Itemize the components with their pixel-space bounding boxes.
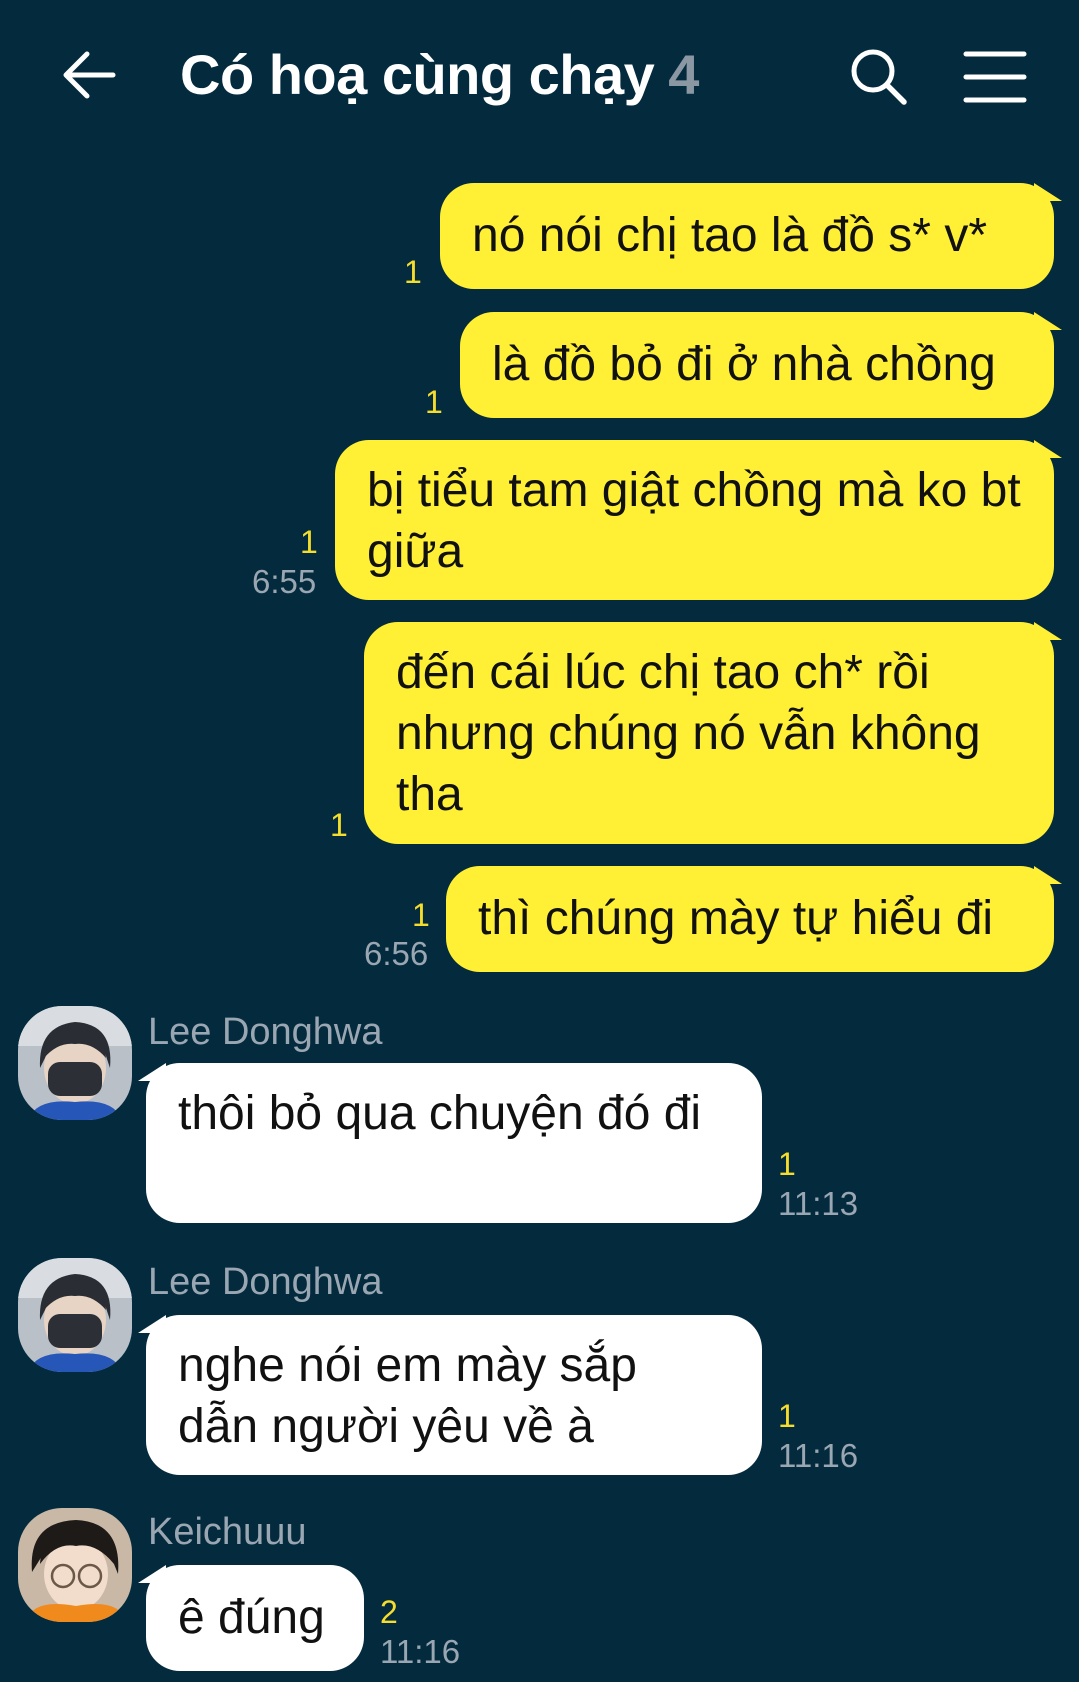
incoming-message[interactable]: thôi bỏ qua chuyện đó đi xyxy=(138,1063,762,1223)
message-text: là đồ bỏ đi ở nhà chồng xyxy=(492,338,996,391)
message-time: 6:55 xyxy=(252,563,317,600)
outgoing-message[interactable]: thì chúng mày tự hiểu đi xyxy=(446,866,1062,972)
chat-title-text: Có hoạ cùng chạy xyxy=(180,43,655,106)
sender-name: Lee Donghwa xyxy=(148,1011,383,1053)
message-time: 11:16 xyxy=(778,1437,859,1474)
message-text: thôi bỏ qua chuyện đó đi xyxy=(178,1087,702,1140)
unread-count: 1 xyxy=(330,807,348,843)
sender-name: Keichuuu xyxy=(148,1511,307,1553)
unread-count: 1 xyxy=(778,1398,796,1434)
unread-count: 1 xyxy=(300,524,318,560)
outgoing-message[interactable]: là đồ bỏ đi ở nhà chồng xyxy=(460,312,1062,418)
message-text: nó nói chị tao là đồ s* v* xyxy=(472,209,987,262)
message-text: ê đúng xyxy=(178,1591,325,1644)
member-count: 4 xyxy=(668,43,699,106)
message-text: nghe nói em mày sắp dẫn người yêu về à xyxy=(178,1339,637,1453)
outgoing-message[interactable]: nó nói chị tao là đồ s* v* xyxy=(440,183,1062,289)
avatar[interactable] xyxy=(18,1258,132,1372)
search-icon[interactable] xyxy=(846,44,912,110)
outgoing-message[interactable]: đến cái lúc chị tao ch* rồi nhưng chúng … xyxy=(364,622,1062,844)
chat-header: Có hoạ cùng chạy 4 xyxy=(0,0,1079,160)
message-time: 11:13 xyxy=(778,1185,859,1222)
avatar[interactable] xyxy=(18,1508,132,1622)
message-text: đến cái lúc chị tao ch* rồi nhưng chúng … xyxy=(396,646,981,821)
message-time: 6:56 xyxy=(364,935,429,972)
incoming-message[interactable]: nghe nói em mày sắp dẫn người yêu về à xyxy=(138,1315,762,1475)
unread-count: 1 xyxy=(412,897,430,933)
back-arrow-icon[interactable] xyxy=(55,40,125,110)
message-time: 11:16 xyxy=(380,1633,461,1670)
chat-title: Có hoạ cùng chạy 4 xyxy=(180,42,699,107)
menu-icon[interactable] xyxy=(962,46,1028,108)
unread-count: 1 xyxy=(778,1146,796,1182)
unread-count: 1 xyxy=(404,254,422,290)
avatar[interactable] xyxy=(18,1006,132,1120)
outgoing-message[interactable]: bị tiểu tam giật chồng mà ko bt giữa xyxy=(335,440,1062,600)
message-text: bị tiểu tam giật chồng mà ko bt giữa xyxy=(367,464,1021,578)
incoming-message[interactable]: ê đúng xyxy=(138,1565,364,1671)
unread-count: 1 xyxy=(425,384,443,420)
message-text: thì chúng mày tự hiểu đi xyxy=(478,892,994,945)
sender-name: Lee Donghwa xyxy=(148,1261,383,1303)
unread-count: 2 xyxy=(380,1594,398,1630)
